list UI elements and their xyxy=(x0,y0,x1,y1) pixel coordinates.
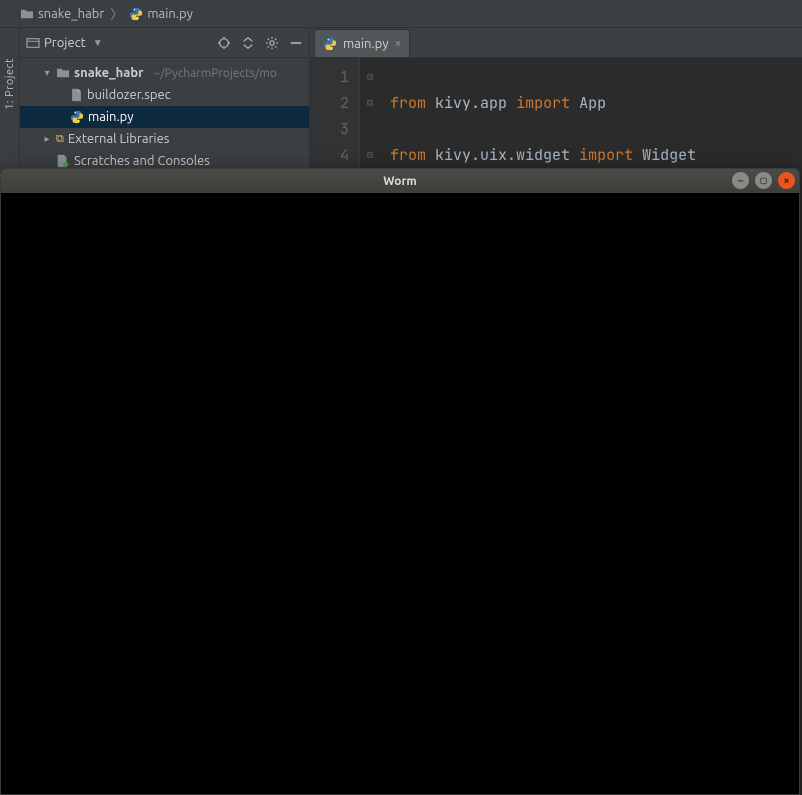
close-icon[interactable]: × xyxy=(395,37,402,50)
maximize-button[interactable]: ▢ xyxy=(755,172,772,189)
worm-app-canvas[interactable] xyxy=(1,193,799,794)
tree-label: Scratches and Consoles xyxy=(74,154,210,168)
worm-title: Worm xyxy=(383,175,416,188)
worm-app-window: Worm – ▢ × xyxy=(0,168,800,795)
fold-marker-icon[interactable] xyxy=(360,90,380,116)
line-number: 4 xyxy=(310,142,349,168)
line-number: 1 xyxy=(310,64,349,90)
line-number: 3 xyxy=(310,116,349,142)
project-view-title[interactable]: Project xyxy=(44,36,86,50)
editor-tabs: main.py × xyxy=(310,28,802,58)
python-file-icon xyxy=(129,7,143,21)
chevron-down-icon[interactable] xyxy=(42,67,52,79)
close-button[interactable]: × xyxy=(778,172,795,189)
fold-marker-icon[interactable] xyxy=(360,64,380,90)
breadcrumb-root[interactable]: snake_habr xyxy=(38,7,104,21)
breadcrumb-separator: 〉 xyxy=(110,4,123,23)
project-view-icon xyxy=(26,37,40,49)
tree-project-root[interactable]: snake_habr ~/PycharmProjects/mo xyxy=(20,62,309,84)
breadcrumb-bar: snake_habr 〉 main.py xyxy=(0,0,802,28)
library-icon: ⧉ xyxy=(56,133,64,146)
gear-icon[interactable] xyxy=(265,36,279,50)
locate-icon[interactable] xyxy=(217,36,231,50)
project-tree: snake_habr ~/PycharmProjects/mo buildoze… xyxy=(20,58,309,176)
worm-titlebar[interactable]: Worm – ▢ × xyxy=(1,169,799,193)
editor-tab-main[interactable]: main.py × xyxy=(314,29,410,57)
fold-marker-icon[interactable] xyxy=(360,142,380,168)
minimize-button[interactable]: – xyxy=(732,172,749,189)
tree-file-label: main.py xyxy=(88,110,134,124)
tree-file-main[interactable]: main.py xyxy=(20,106,309,128)
project-header: Project ▼ xyxy=(20,28,309,58)
python-file-icon xyxy=(323,37,337,51)
folder-icon xyxy=(56,67,70,79)
editor-tab-label: main.py xyxy=(343,37,389,51)
tree-root-path: ~/PycharmProjects/mo xyxy=(153,67,276,80)
line-number: 2 xyxy=(310,90,349,116)
folder-icon xyxy=(20,8,34,20)
breadcrumb-file[interactable]: main.py xyxy=(147,7,193,21)
tree-external-libraries[interactable]: ⧉ External Libraries xyxy=(20,128,309,150)
scratch-icon xyxy=(56,154,70,168)
tool-window-tab-label: 1: Project xyxy=(4,58,16,110)
expand-all-icon[interactable] xyxy=(241,36,255,50)
chevron-right-icon[interactable] xyxy=(42,133,52,145)
tree-file-buildozer[interactable]: buildozer.spec xyxy=(20,84,309,106)
tree-file-label: buildozer.spec xyxy=(87,88,171,102)
python-file-icon xyxy=(70,110,84,124)
dropdown-icon[interactable]: ▼ xyxy=(93,37,103,49)
tree-label: External Libraries xyxy=(68,132,170,146)
file-icon xyxy=(70,88,83,102)
tree-root-name: snake_habr xyxy=(74,66,143,80)
window-controls: – ▢ × xyxy=(732,172,795,189)
hide-icon[interactable] xyxy=(289,36,303,50)
